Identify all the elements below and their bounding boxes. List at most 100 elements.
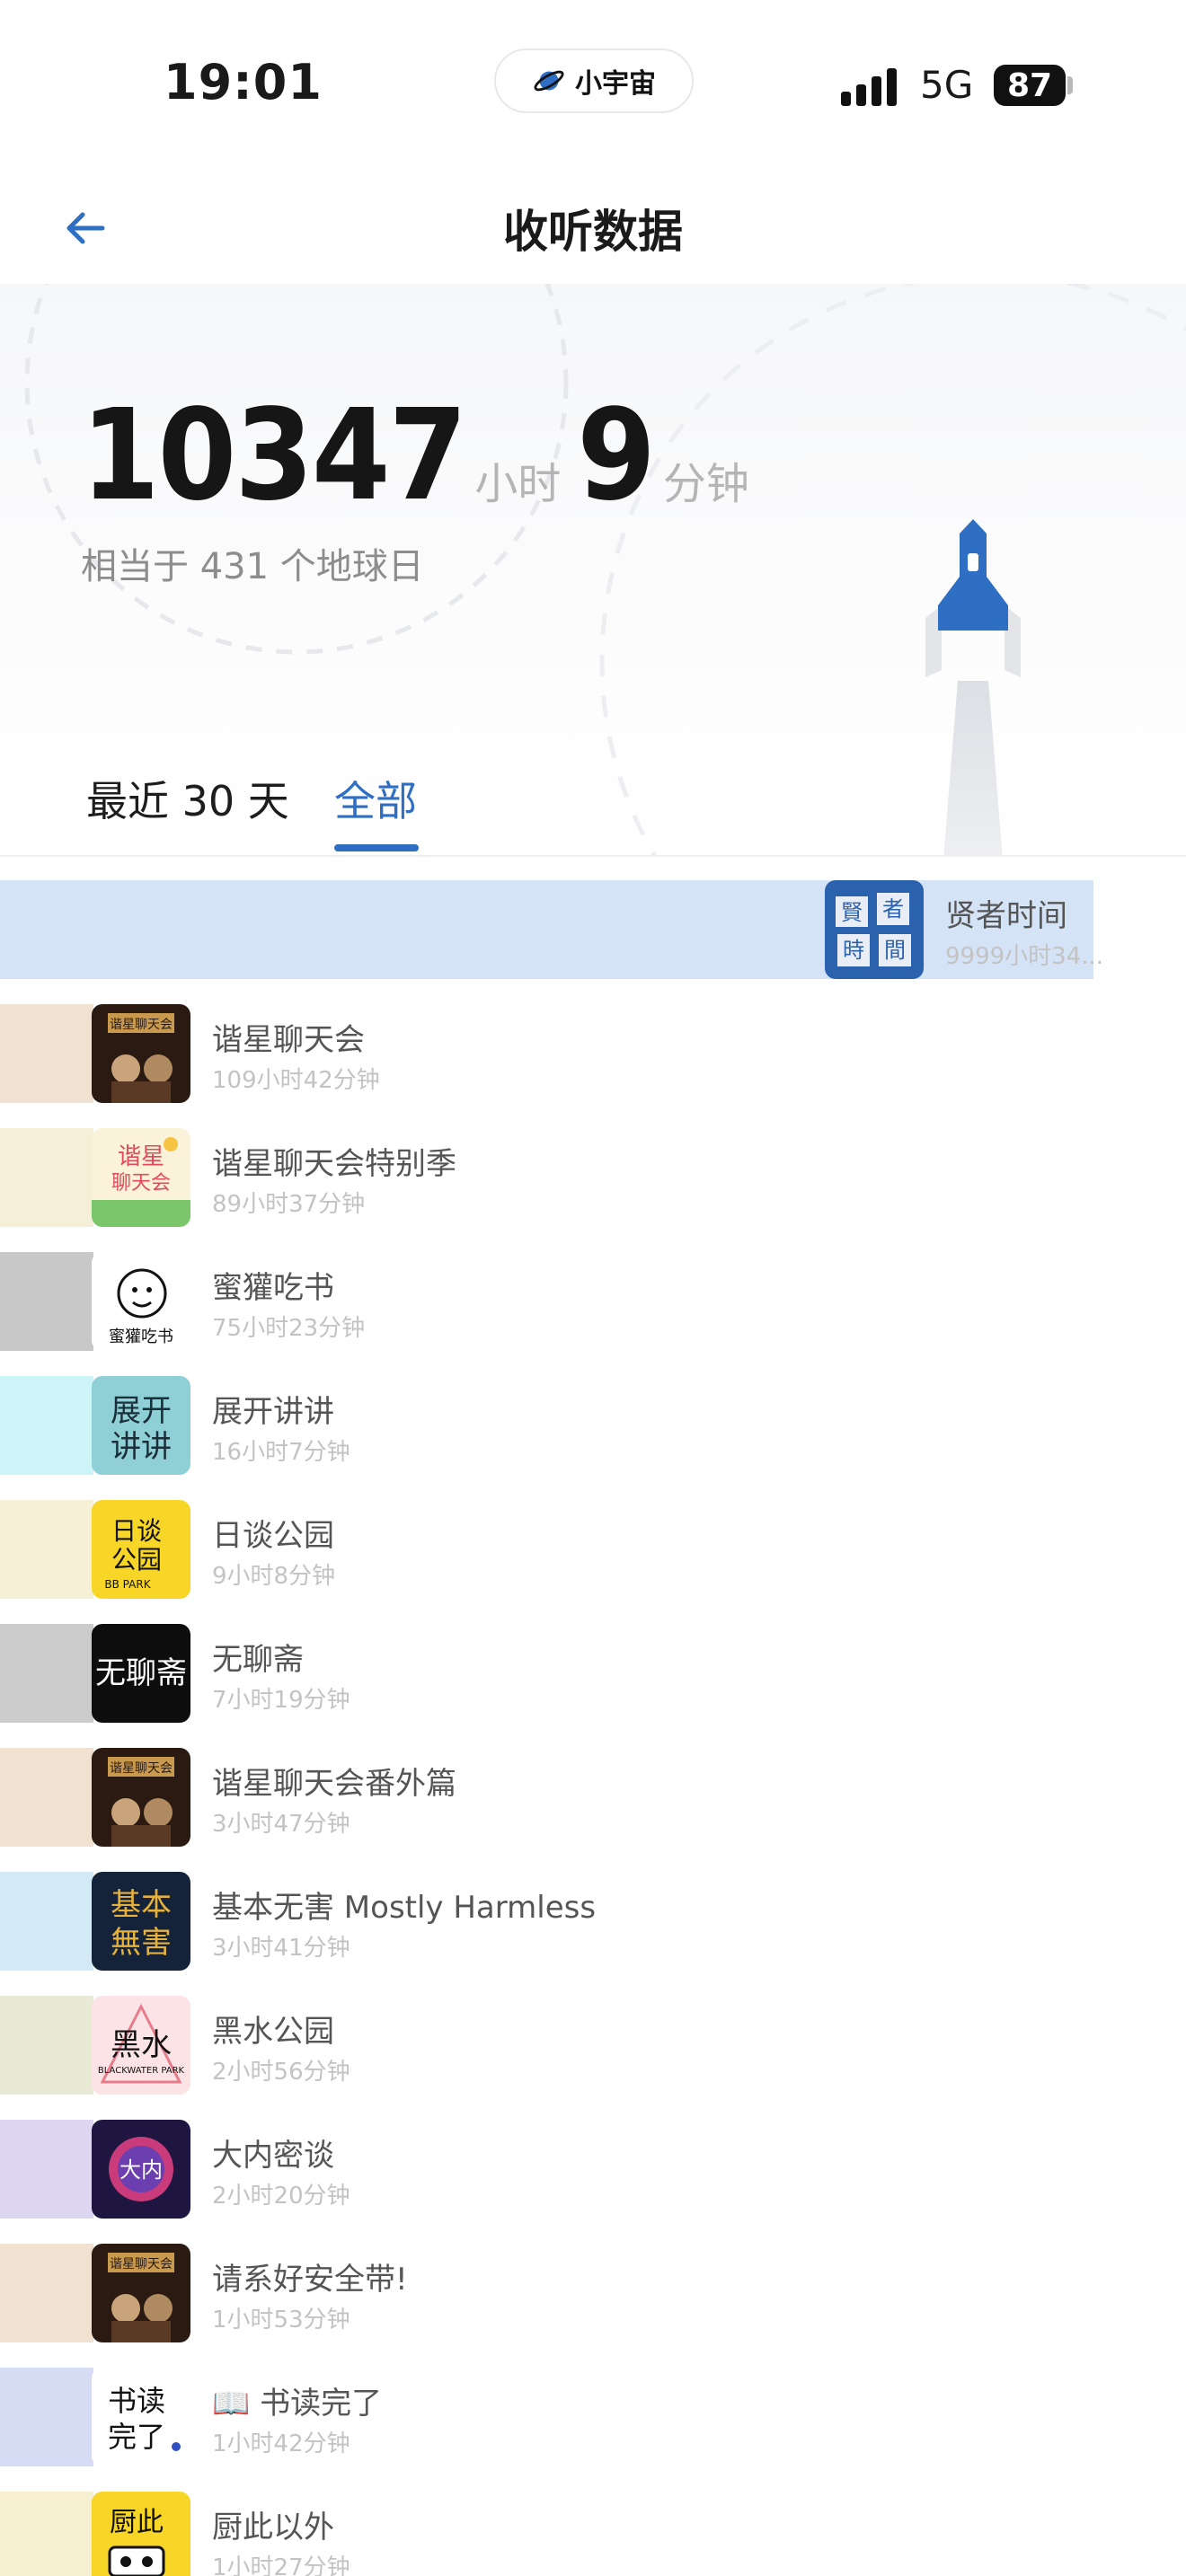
battery-tip bbox=[1067, 76, 1073, 94]
svg-text:公园: 公园 bbox=[111, 1545, 162, 1575]
svg-text:蜜獾吃书: 蜜獾吃书 bbox=[109, 1328, 173, 1346]
total-time: 10347 小时 9 分钟 bbox=[81, 383, 766, 529]
list-item[interactable]: 书读 完了 📖 书读完了 1小时42分钟 bbox=[0, 2368, 1186, 2466]
podcast-title: 无聊斋 bbox=[212, 1642, 304, 1678]
listen-time-bar bbox=[0, 1376, 93, 1475]
podcast-duration: 2小时56分钟 bbox=[212, 2059, 350, 2086]
list-item[interactable]: 厨此 厨此以外 1小时27分钟 bbox=[0, 2492, 1186, 2576]
podcast-duration: 89小时37分钟 bbox=[212, 1191, 366, 1218]
podcast-title: 日谈公园 bbox=[212, 1518, 334, 1554]
svg-text:日谈: 日谈 bbox=[111, 1516, 162, 1546]
anquandai-cover: 谐星聊天会 bbox=[92, 2244, 190, 2342]
svg-text:谐星聊天会: 谐星聊天会 bbox=[110, 1018, 173, 1032]
svg-text:BLACKWATER PARK: BLACKWATER PARK bbox=[98, 2066, 185, 2076]
island-label: 小宇宙 bbox=[575, 68, 656, 100]
svg-text:時: 時 bbox=[843, 938, 864, 963]
podcast-duration: 1小时27分钟 bbox=[212, 2554, 350, 2576]
tab-recent-30-days[interactable]: 最近 30 天 bbox=[86, 769, 289, 828]
svg-text:間: 間 bbox=[884, 938, 906, 963]
list-item[interactable]: 黑水 BLACKWATER PARK 黑水公园 2小时56分钟 bbox=[0, 1996, 1186, 2095]
podcast-title: 请系好安全带! bbox=[212, 2262, 408, 2298]
podcast-title: 展开讲讲 bbox=[212, 1394, 334, 1430]
svg-text:者: 者 bbox=[882, 896, 904, 922]
list-item[interactable]: 蜜獾吃书 蜜獾吃书 75小时23分钟 bbox=[0, 1252, 1186, 1351]
minutes-unit: 分钟 bbox=[662, 459, 749, 509]
podcast-duration: 9999小时34... bbox=[945, 943, 1104, 970]
svg-text:无聊斋: 无聊斋 bbox=[95, 1655, 187, 1691]
svg-text:大内: 大内 bbox=[119, 2157, 163, 2183]
listen-time-bar bbox=[0, 1004, 93, 1103]
svg-text:讲讲: 讲讲 bbox=[111, 1429, 172, 1465]
podcast-duration: 1小时53分钟 bbox=[212, 2307, 350, 2333]
tab-divider bbox=[0, 855, 1186, 857]
wuliaozhai-cover: 无聊斋 bbox=[92, 1624, 190, 1723]
status-bar: 19:01 小宇宙 5G 87 bbox=[0, 0, 1186, 171]
podcast-title: 厨此以外 bbox=[212, 2510, 334, 2545]
podcast-duration: 16小时7分钟 bbox=[212, 1439, 350, 1466]
podcast-duration: 1小时42分钟 bbox=[212, 2430, 350, 2457]
svg-text:聊天会: 聊天会 bbox=[111, 1172, 171, 1195]
battery-icon: 87 bbox=[994, 65, 1066, 106]
listen-time-bar bbox=[0, 2244, 93, 2342]
podcast-title: 蜜獾吃书 bbox=[212, 1270, 334, 1306]
list-item[interactable]: 无聊斋 无聊斋 7小时19分钟 bbox=[0, 1624, 1186, 1723]
shudu-cover: 书读 完了 bbox=[92, 2368, 190, 2466]
svg-text:谐星聊天会: 谐星聊天会 bbox=[110, 1761, 173, 1776]
podcast-title: 基本无害 Mostly Harmless bbox=[212, 1890, 597, 1926]
status-time: 19:01 bbox=[164, 54, 323, 110]
podcast-title: 谐星聊天会 bbox=[212, 1022, 365, 1058]
listen-time-bar bbox=[0, 2368, 93, 2466]
svg-text:谐星聊天会: 谐星聊天会 bbox=[110, 2257, 173, 2272]
podcast-duration: 2小时20分钟 bbox=[212, 2183, 350, 2210]
podcast-duration: 9小时8分钟 bbox=[212, 1563, 336, 1590]
svg-text:賢: 賢 bbox=[841, 900, 863, 925]
listen-time-bar bbox=[0, 1872, 93, 1971]
heishui-cover: 黑水 BLACKWATER PARK bbox=[92, 1996, 190, 2095]
danei-cover: 大内 bbox=[92, 2120, 190, 2219]
list-item[interactable]: 日谈 公园 BB PARK 日谈公园 9小时8分钟 bbox=[0, 1500, 1186, 1599]
listen-time-bar bbox=[0, 2120, 93, 2219]
list-item[interactable]: 大内 大内密谈 2小时20分钟 bbox=[0, 2120, 1186, 2219]
list-item[interactable]: 展开 讲讲 展开讲讲 16小时7分钟 bbox=[0, 1376, 1186, 1475]
svg-text:书读: 书读 bbox=[108, 2384, 165, 2418]
signal-icon bbox=[841, 66, 897, 106]
list-item[interactable]: 基本 無害 基本无害 Mostly Harmless 3小时41分钟 bbox=[0, 1872, 1186, 1971]
page-title: 收听数据 bbox=[503, 206, 683, 258]
list-item[interactable]: 谐星 聊天会 谐星聊天会特别季 89小时37分钟 bbox=[0, 1128, 1186, 1227]
xiexing-extra-cover: 谐星聊天会 bbox=[92, 1748, 190, 1847]
tab-all[interactable]: 全部 bbox=[334, 769, 417, 828]
listen-time-bar bbox=[0, 1500, 93, 1599]
zhankai-cover: 展开 讲讲 bbox=[92, 1376, 190, 1475]
podcast-duration: 3小时41分钟 bbox=[212, 1935, 350, 1962]
podcast-title: 谐星聊天会番外篇 bbox=[212, 1766, 456, 1802]
svg-text:完了: 完了 bbox=[108, 2420, 165, 2454]
network-type: 5G bbox=[920, 63, 974, 107]
svg-text:BB PARK: BB PARK bbox=[104, 1578, 151, 1591]
svg-text:厨此: 厨此 bbox=[110, 2507, 164, 2538]
podcast-title: 黑水公园 bbox=[212, 2014, 334, 2050]
tab-selected-indicator bbox=[334, 844, 419, 851]
listen-time-bar bbox=[0, 1128, 93, 1227]
listen-time-bar bbox=[0, 880, 1093, 979]
list-item[interactable]: 谐星聊天会 谐星聊天会 109小时42分钟 bbox=[0, 1004, 1186, 1103]
hours-unit: 小时 bbox=[474, 459, 562, 509]
listen-time-bar bbox=[0, 2492, 93, 2576]
ritan-cover: 日谈 公园 BB PARK bbox=[92, 1500, 190, 1599]
chuci-cover: 厨此 bbox=[92, 2492, 190, 2576]
listen-time-bar bbox=[0, 1624, 93, 1723]
list-item[interactable]: 賢者時間贤者时间 9999小时34... bbox=[0, 880, 1186, 979]
podcast-title: 谐星聊天会特别季 bbox=[212, 1146, 456, 1182]
total-hours: 10347 bbox=[81, 383, 467, 529]
total-minutes: 9 bbox=[577, 383, 656, 529]
podcast-duration: 3小时47分钟 bbox=[212, 1811, 350, 1838]
now-playing-island[interactable]: 小宇宙 bbox=[494, 49, 694, 113]
list-item[interactable]: 谐星聊天会 请系好安全带! 1小时53分钟 bbox=[0, 2244, 1186, 2342]
svg-text:谐星: 谐星 bbox=[118, 1143, 164, 1170]
svg-text:基本: 基本 bbox=[111, 1887, 172, 1923]
podcast-title: 📖 书读完了 bbox=[212, 2386, 383, 2422]
list-item[interactable]: 谐星聊天会 谐星聊天会番外篇 3小时47分钟 bbox=[0, 1748, 1186, 1847]
listen-time-bar bbox=[0, 1996, 93, 2095]
podcast-duration: 7小时19分钟 bbox=[212, 1687, 350, 1714]
nav-bar: 收听数据 bbox=[0, 171, 1186, 284]
xiexing-cover: 谐星聊天会 bbox=[92, 1004, 190, 1103]
